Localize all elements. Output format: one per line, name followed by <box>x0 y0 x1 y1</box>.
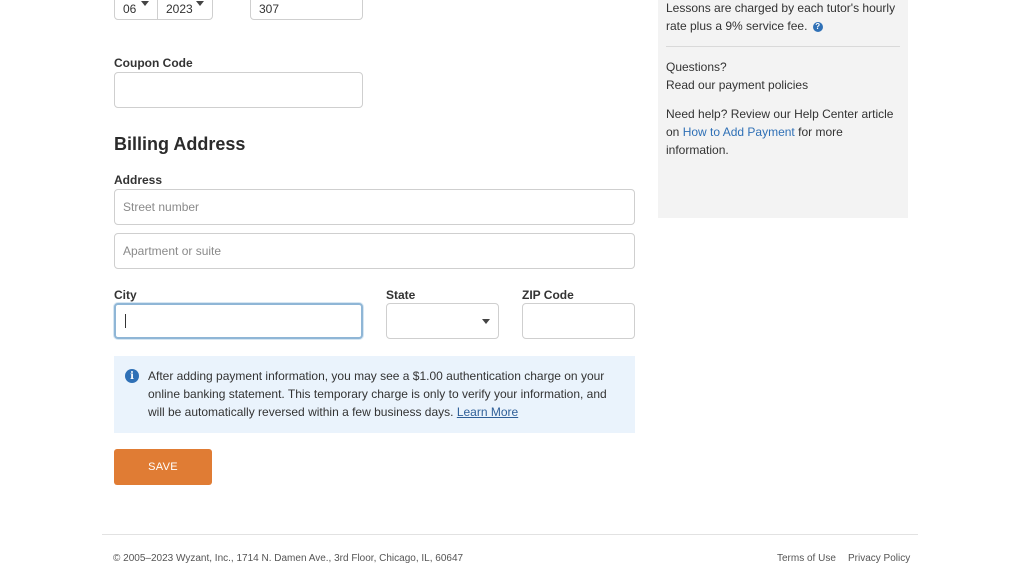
chevron-down-icon <box>196 1 204 6</box>
payment-info-sidebar: Lessons are charged by each tutor's hour… <box>658 0 908 218</box>
zip-input[interactable] <box>522 303 635 339</box>
address-label: Address <box>114 173 163 187</box>
payment-policies-link[interactable]: Read our payment policies <box>666 76 808 94</box>
cvv-field[interactable]: 307 <box>250 0 363 20</box>
cvv-value: 307 <box>259 2 280 16</box>
privacy-link[interactable]: Privacy Policy <box>848 553 910 564</box>
rate-text: Lessons are charged by each tutor's hour… <box>666 0 902 35</box>
help-icon[interactable]: ? <box>812 21 823 32</box>
chevron-down-icon <box>141 1 149 6</box>
how-to-add-payment-link[interactable]: How to Add Payment <box>683 125 795 139</box>
billing-heading: Billing Address <box>114 134 246 154</box>
copyright-text: © 2005–2023 Wyzant, Inc., 1714 N. Damen … <box>113 553 464 564</box>
expiry-month-value: 06 <box>123 2 137 16</box>
city-label: City <box>114 288 137 302</box>
chevron-down-icon <box>482 319 490 324</box>
learn-more-link[interactable]: Learn More <box>457 405 518 419</box>
coupon-label: Coupon Code <box>114 56 193 70</box>
apartment-input[interactable] <box>114 233 635 269</box>
city-input[interactable] <box>114 303 363 339</box>
authentication-notice: i After adding payment information, you … <box>114 356 635 433</box>
terms-link[interactable]: Terms of Use <box>777 553 836 564</box>
notice-body: After adding payment information, you ma… <box>148 369 607 419</box>
state-label: State <box>386 288 416 302</box>
questions-label: Questions? <box>666 60 727 74</box>
zip-label: ZIP Code <box>522 288 574 302</box>
save-button[interactable]: SAVE <box>114 449 212 485</box>
text-cursor <box>125 314 126 328</box>
expiry-month-select[interactable]: 06 <box>114 0 158 20</box>
help-text: Need help? Review our Help Center articl… <box>666 105 902 159</box>
footer-divider <box>102 534 918 535</box>
expiry-year-select[interactable]: 2023 <box>157 0 213 20</box>
rate-text-body: Lessons are charged by each tutor's hour… <box>666 1 896 33</box>
coupon-input[interactable] <box>114 72 363 108</box>
state-select[interactable] <box>386 303 499 339</box>
sidebar-divider <box>666 46 900 47</box>
notice-text: After adding payment information, you ma… <box>148 367 624 421</box>
info-icon: i <box>125 369 139 383</box>
expiry-year-value: 2023 <box>166 2 193 16</box>
street-input[interactable] <box>114 189 635 225</box>
